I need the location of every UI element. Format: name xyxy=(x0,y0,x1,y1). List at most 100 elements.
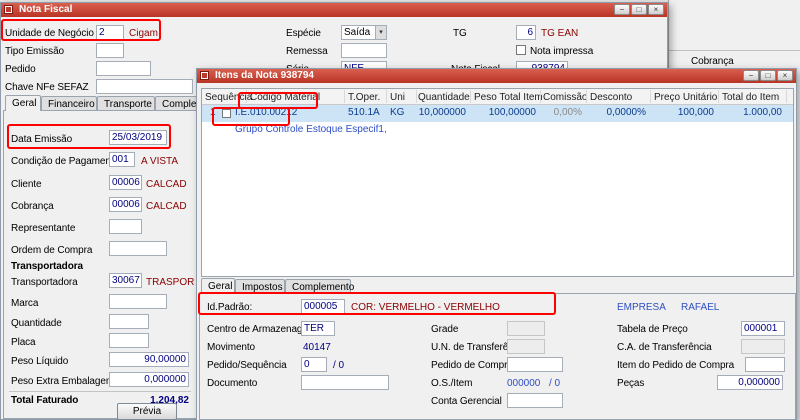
tab-transporte[interactable]: Transporte xyxy=(97,96,155,111)
peso-liquido-label: Peso Líquido xyxy=(11,356,69,367)
condicao-pagamento-field[interactable]: 001 xyxy=(109,152,135,167)
tg-field[interactable]: 6 xyxy=(516,25,536,40)
col-comissao[interactable]: Comissão xyxy=(543,92,587,103)
remessa-field[interactable] xyxy=(341,43,387,58)
totals-divider xyxy=(9,391,191,392)
cell-peso: 100,00000 xyxy=(488,107,536,118)
grid-header-row: Sequência Código Material T.Oper. Uni Qu… xyxy=(202,89,793,105)
col-codigo[interactable]: Código Material xyxy=(250,92,320,103)
item-pedido-compra-field[interactable] xyxy=(745,357,785,372)
documento-label: Documento xyxy=(207,378,258,389)
cell-desconto: 0,0000% xyxy=(606,107,646,118)
peso-extra-field[interactable]: 0,000000 xyxy=(109,372,189,387)
chave-nfe-field[interactable] xyxy=(96,79,193,94)
un-transferencia-field[interactable] xyxy=(507,339,545,354)
pedido-sequencia-suffix: / 0 xyxy=(333,360,345,371)
minimize-icon[interactable]: − xyxy=(743,70,759,81)
placa-field[interactable] xyxy=(109,333,149,348)
pedido-sequencia-field[interactable]: 0 xyxy=(301,357,327,372)
cell-quantidade: 10,000000 xyxy=(418,107,466,118)
maximize-icon[interactable]: □ xyxy=(631,4,647,15)
row-detail-text: Grupo Controle Estoque Especif1, xyxy=(235,124,387,135)
pedido-compra-field[interactable] xyxy=(507,357,563,372)
tg-label: TG xyxy=(453,28,467,39)
representante-label: Representante xyxy=(11,223,76,234)
data-emissao-field[interactable]: 25/03/2019 xyxy=(109,130,167,145)
col-quantidade[interactable]: Quantidade xyxy=(418,92,470,103)
ordem-compra-label: Ordem de Compra xyxy=(11,245,93,256)
ca-transferencia-field[interactable] xyxy=(741,339,785,354)
row-checkbox[interactable] xyxy=(222,109,231,118)
col-divider xyxy=(786,90,787,103)
col-divider xyxy=(586,90,587,103)
col-divider xyxy=(540,90,541,103)
peso-extra-label: Peso Extra Embalagem xyxy=(11,376,115,387)
unidade-negocio-label: Unidade de Negócio xyxy=(5,28,94,39)
conta-gerencial-field[interactable] xyxy=(507,393,563,408)
col-divider xyxy=(386,90,387,103)
transportadora-field[interactable]: 30067 xyxy=(109,273,142,288)
nota-impressa-checkbox[interactable] xyxy=(516,45,526,55)
quantidade-field[interactable] xyxy=(109,314,149,329)
nota-fiscal-titlebar[interactable]: Nota Fiscal − □ × xyxy=(1,3,667,17)
maximize-icon[interactable]: □ xyxy=(760,70,776,81)
centro-armazenagem-field[interactable]: TER xyxy=(301,321,335,336)
chevron-down-icon[interactable]: ▾ xyxy=(375,26,386,39)
itens-titlebar[interactable]: Itens da Nota 938794 − □ × xyxy=(197,69,796,83)
data-emissao-label: Data Emissão xyxy=(11,134,73,145)
pedido-label: Pedido xyxy=(5,64,36,75)
col-divider xyxy=(246,90,247,103)
item-pedido-compra-label: Item do Pedido de Compra xyxy=(617,360,735,371)
minimize-icon[interactable]: − xyxy=(614,4,630,15)
transportadora-section-title: Transportadora xyxy=(11,261,83,272)
cobranca-label: Cobrança xyxy=(11,201,54,212)
col-toper[interactable]: T.Oper. xyxy=(348,92,380,103)
close-icon[interactable]: × xyxy=(777,70,793,81)
especie-value: Saída xyxy=(344,27,371,38)
tipo-emissao-label: Tipo Emissão xyxy=(5,46,65,57)
id-padrao-field[interactable]: 000005 xyxy=(301,299,345,314)
previa-button[interactable]: Prévia xyxy=(117,403,177,420)
cliente-field[interactable]: 00006 xyxy=(109,175,142,190)
id-padrao-label: Id.Padrão: xyxy=(207,302,253,313)
unidade-negocio-field[interactable]: 2 xyxy=(96,25,124,40)
marca-field[interactable] xyxy=(109,294,167,309)
tab-financeiro[interactable]: Financeiro xyxy=(41,96,97,111)
close-icon[interactable]: × xyxy=(648,4,664,15)
tabela-preco-label: Tabela de Preço xyxy=(617,324,688,335)
col-divider xyxy=(718,90,719,103)
table-row-detail: Grupo Controle Estoque Especif1, xyxy=(202,122,793,137)
app-icon xyxy=(200,71,209,80)
col-divider xyxy=(650,90,651,103)
especie-dropdown[interactable]: Saída ▾ xyxy=(341,25,387,40)
pecas-field[interactable]: 0,000000 xyxy=(717,375,783,390)
col-preco[interactable]: Preço Unitário xyxy=(654,92,717,103)
col-desconto[interactable]: Desconto xyxy=(590,92,632,103)
tabela-preco-field[interactable]: 000001 xyxy=(741,321,785,336)
peso-liquido-field[interactable]: 90,00000 xyxy=(109,352,189,367)
grade-field[interactable] xyxy=(507,321,545,336)
representante-field[interactable] xyxy=(109,219,142,234)
tipo-emissao-field[interactable] xyxy=(96,43,124,58)
total-faturado-label: Total Faturado xyxy=(11,395,79,406)
col-peso[interactable]: Peso Total Item xyxy=(474,92,543,103)
tab-geral[interactable]: Geral xyxy=(5,95,41,111)
pedido-field[interactable] xyxy=(96,61,151,76)
table-row-selected[interactable]: 1 I.E.010.00212 510.1A KG 10,000000 100,… xyxy=(202,105,793,122)
especie-label: Espécie xyxy=(286,28,321,39)
nota-impressa-label: Nota impressa xyxy=(530,46,594,57)
cobranca-field[interactable]: 00006 xyxy=(109,197,142,212)
documento-field[interactable] xyxy=(301,375,389,390)
quantidade-label: Quantidade xyxy=(11,318,62,329)
remessa-label: Remessa xyxy=(286,46,328,57)
items-grid[interactable]: Sequência Código Material T.Oper. Uni Qu… xyxy=(201,88,794,277)
col-total[interactable]: Total do Item xyxy=(722,92,779,103)
ordem-compra-field[interactable] xyxy=(109,241,167,256)
tab-item-impostos[interactable]: Impostos xyxy=(235,279,285,294)
col-uni[interactable]: Uni xyxy=(390,92,405,103)
cliente-desc: CALCAD xyxy=(146,179,187,190)
tab-item-geral[interactable]: Geral xyxy=(201,278,235,294)
chave-nfe-label: Chave NFe SEFAZ xyxy=(5,82,89,93)
cell-codigo[interactable]: I.E.010.00212 xyxy=(235,107,297,118)
tab-item-complemento[interactable]: Complemento xyxy=(285,279,354,294)
